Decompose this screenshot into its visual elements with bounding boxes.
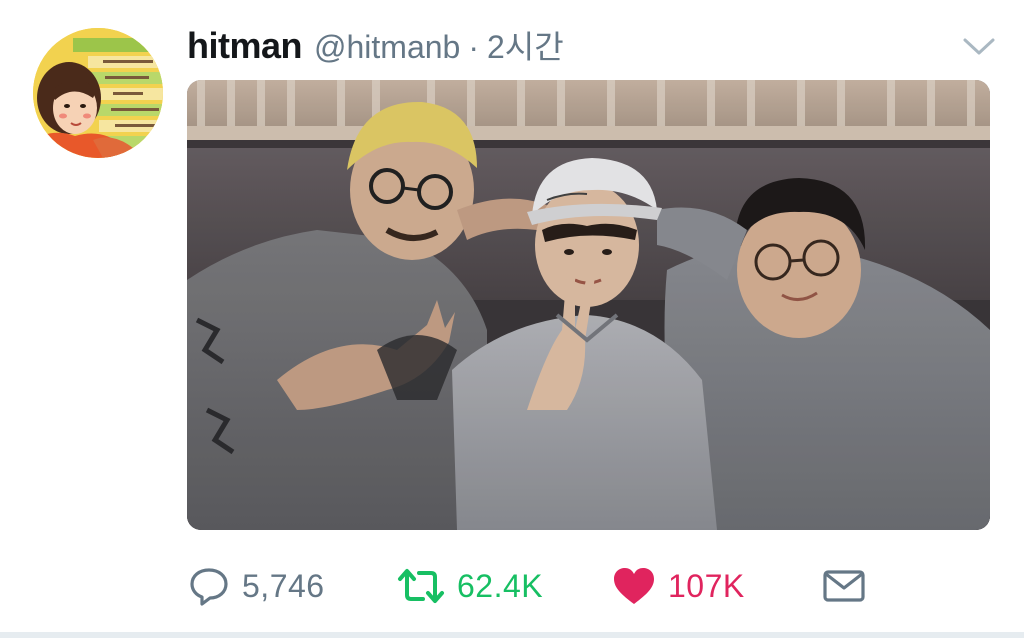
tweet-photo[interactable]: [187, 80, 990, 530]
direct-message-button[interactable]: [822, 560, 866, 612]
like-count: 107K: [668, 567, 745, 604]
reply-count: 5,746: [242, 567, 325, 604]
avatar[interactable]: [33, 28, 163, 158]
timestamp[interactable]: 2시간: [487, 22, 564, 68]
retweet-count: 62.4K: [457, 567, 544, 604]
tweet-actions: 5,746 62.4K 107K: [0, 560, 1024, 612]
reply-button[interactable]: 5,746: [188, 560, 325, 612]
separator-dot: ·: [468, 29, 479, 65]
envelope-icon: [822, 568, 866, 604]
tweet-header: hitman @hitmanb · 2시간: [187, 22, 564, 66]
like-button[interactable]: 107K: [612, 560, 745, 612]
heart-icon: [612, 566, 656, 606]
chevron-down-icon[interactable]: [962, 34, 996, 58]
tweet-divider: [0, 632, 1024, 638]
tweet[interactable]: hitman @hitmanb · 2시간 5,746 62.4K 107K: [0, 0, 1024, 632]
reply-icon: [188, 565, 230, 607]
retweet-icon: [397, 565, 445, 607]
display-name[interactable]: hitman: [187, 25, 303, 67]
photo-of-three-people: [187, 80, 990, 530]
cartoon-avatar-icon: [33, 28, 163, 158]
user-handle[interactable]: @hitmanb: [314, 29, 460, 66]
retweet-button[interactable]: 62.4K: [397, 560, 543, 612]
